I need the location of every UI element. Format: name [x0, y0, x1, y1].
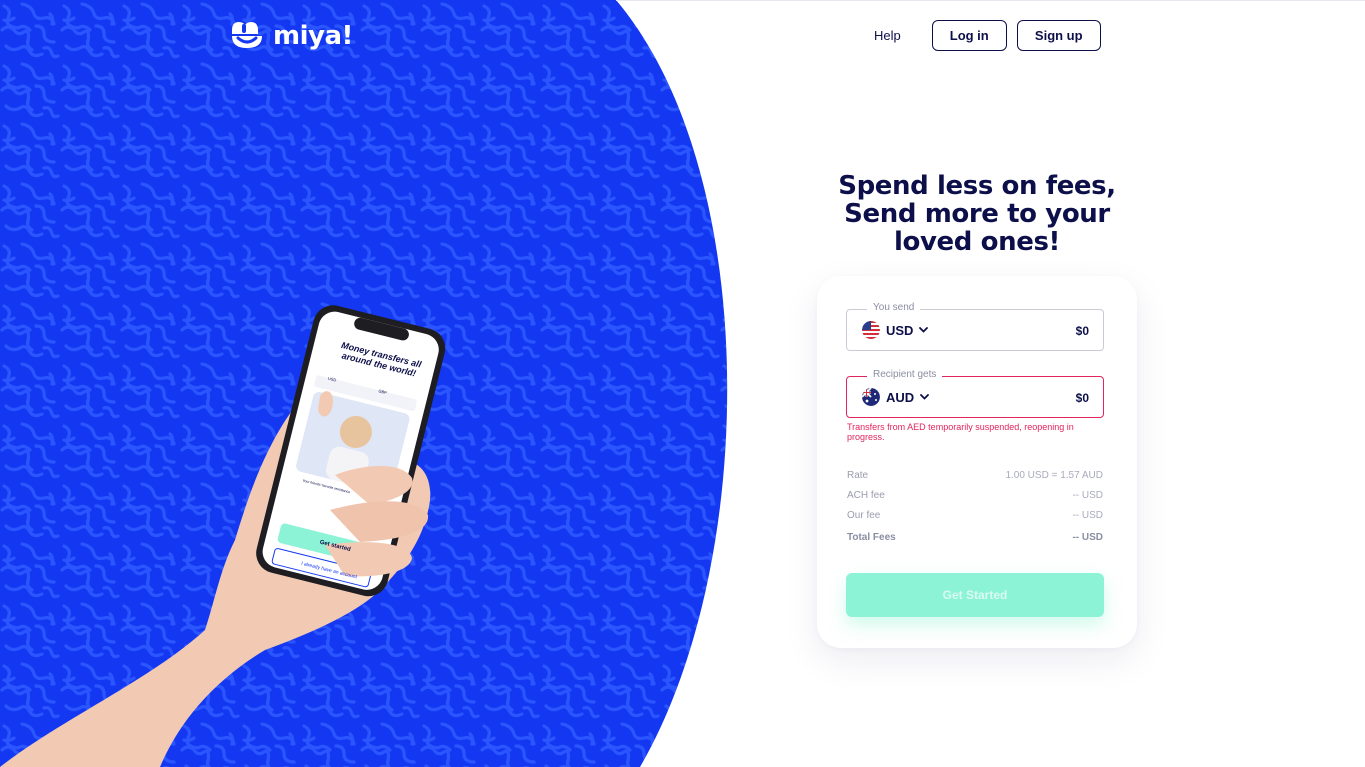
send-field-label: You send	[867, 302, 921, 313]
send-currency-select[interactable]: USD	[862, 321, 929, 339]
miya-logo-icon	[232, 22, 262, 48]
brand-logo[interactable]: miya!	[229, 20, 353, 52]
receive-currency-select[interactable]: AUD	[862, 388, 930, 406]
brand-name: miya!	[273, 21, 353, 51]
get-started-button[interactable]: Get Started	[846, 573, 1104, 617]
receive-amount-field[interactable]: Recipient gets AUD $0	[846, 369, 1104, 418]
receive-field-label: Recipient gets	[867, 369, 943, 380]
send-amount-field[interactable]: You send USD $0	[846, 302, 1104, 351]
total-fees-label: Total Fees	[847, 532, 896, 543]
total-fees-value: -- USD	[1072, 532, 1103, 543]
rate-label: Rate	[847, 470, 869, 481]
our-fee-value: -- USD	[1072, 510, 1103, 521]
total-fees-row: Total Fees -- USD	[847, 532, 1103, 543]
send-amount-value[interactable]: $0	[969, 324, 1089, 338]
converter-card: You send USD $0 Recipient gets AUD $0 Tr…	[817, 276, 1137, 648]
us-flag-icon	[862, 321, 880, 339]
rate-value: 1.00 USD = 1.57 AUD	[1005, 470, 1103, 481]
our-fee-label: Our fee	[847, 510, 881, 521]
ach-fee-value: -- USD	[1072, 490, 1103, 501]
headline-line-2: Send more to your	[844, 199, 1110, 229]
phone-screen-caption: Your friends' favorite remittance	[302, 478, 351, 495]
rate-row: Rate 1.00 USD = 1.57 AUD	[847, 470, 1103, 481]
hero-headline: Spend less on fees, Send more to your lo…	[816, 172, 1138, 256]
phone-screen-send-currency: USD	[327, 375, 337, 383]
receive-currency-code: AUD	[886, 389, 915, 405]
error-message: Transfers from AED temporarily suspended…	[847, 422, 1074, 442]
login-button[interactable]: Log in	[931, 20, 1007, 51]
help-link[interactable]: Help	[874, 28, 901, 43]
send-currency-code: USD	[886, 322, 914, 338]
headline-line-1: Spend less on fees,	[838, 171, 1116, 201]
au-flag-icon	[862, 388, 880, 406]
top-nav: Help Log in Sign up	[860, 20, 1101, 51]
phone-screen-title: Money transfers all around the world!	[340, 340, 423, 379]
receive-amount-value[interactable]: $0	[969, 391, 1089, 405]
ach-fee-label: ACH fee	[847, 490, 885, 501]
signup-button[interactable]: Sign up	[1016, 20, 1101, 51]
phone-screen-get-started: Get started	[319, 539, 352, 554]
phone-screen-have-account: I already have an account	[300, 560, 358, 581]
chevron-down-icon	[920, 394, 930, 400]
ach-fee-row: ACH fee -- USD	[847, 490, 1103, 501]
chevron-down-icon	[919, 327, 929, 333]
headline-line-3: loved ones!	[894, 227, 1060, 257]
phone-screen-receive-currency: GBP	[377, 388, 388, 396]
our-fee-row: Our fee -- USD	[847, 510, 1103, 521]
